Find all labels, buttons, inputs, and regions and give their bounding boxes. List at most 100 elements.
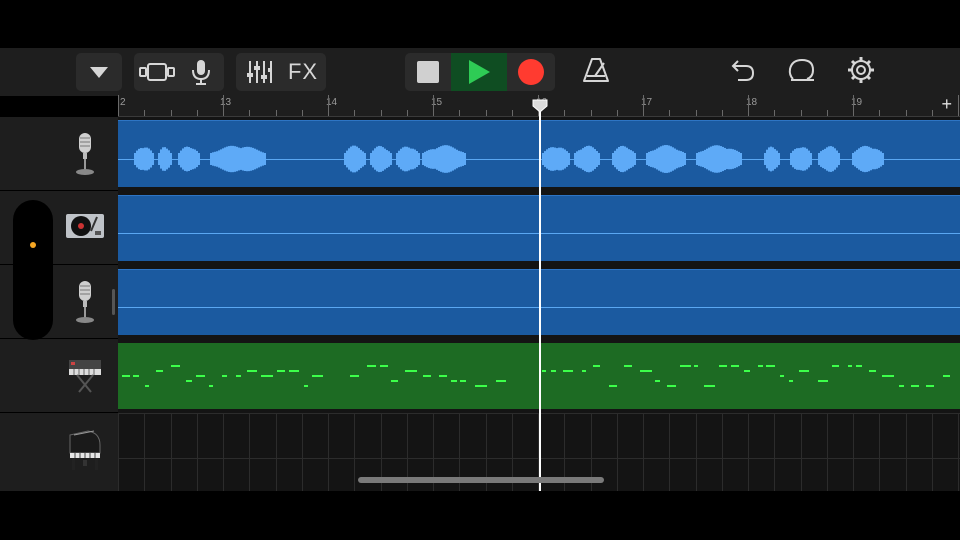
waveform-segment [574, 153, 576, 165]
waveform-segment [832, 146, 834, 172]
track-controls-pill[interactable] [13, 200, 53, 340]
midi-note [899, 385, 904, 387]
waveform-segment [192, 148, 194, 170]
waveform-segment [802, 147, 804, 171]
waveform-segment [138, 148, 140, 170]
track-view-icon[interactable] [136, 61, 180, 83]
midi-note [780, 375, 784, 377]
ruler-tick [748, 95, 749, 116]
midi-note [640, 370, 652, 372]
waveform-segment [808, 150, 810, 168]
playhead[interactable] [532, 99, 548, 491]
add-section-button[interactable]: + [941, 94, 952, 115]
browser-toggle-button[interactable] [76, 53, 122, 91]
waveform-segment [194, 149, 196, 169]
waveform-segment [360, 149, 362, 169]
waveform-segment [702, 150, 704, 168]
waveform-segment [558, 147, 560, 171]
waveform-segment [450, 146, 452, 172]
waveform-segment [218, 150, 220, 168]
waveform-segment [382, 147, 384, 171]
midi-note [439, 375, 447, 377]
track-header-piano[interactable] [0, 413, 118, 491]
ruler-tick [144, 110, 146, 116]
waveform-segment [704, 149, 706, 169]
midi-note [350, 375, 359, 377]
track-headers [0, 117, 118, 491]
waveform-segment [660, 146, 662, 172]
waveform-segment [374, 148, 376, 170]
fx-button[interactable]: FX [281, 59, 325, 85]
ruler-tick [590, 110, 592, 116]
play-button[interactable] [451, 53, 507, 91]
waveform-segment [552, 147, 554, 171]
ruler-tick [511, 110, 513, 116]
waveform-segment [542, 153, 544, 165]
resize-handle[interactable] [112, 289, 115, 315]
horizontal-scrollbar[interactable] [358, 477, 604, 483]
waveform-segment [182, 148, 184, 170]
waveform-segment [170, 153, 172, 165]
microphone-icon[interactable] [180, 59, 222, 85]
waveform-segment [772, 147, 774, 171]
ruler-tick [380, 110, 382, 116]
waveform-segment [852, 153, 854, 165]
stop-button[interactable] [405, 53, 451, 91]
metronome-button[interactable] [578, 53, 614, 91]
waveform-segment [670, 146, 672, 172]
loop-browser-button[interactable] [784, 53, 820, 91]
ruler-tick [196, 110, 198, 116]
waveform-segment [250, 147, 252, 171]
waveform-segment [876, 149, 878, 169]
mixer-icon[interactable] [237, 60, 281, 84]
waveform-segment [586, 145, 588, 173]
grid-line [616, 413, 618, 491]
grid-line [905, 413, 907, 491]
midi-note [423, 375, 431, 377]
midi-note [145, 385, 149, 387]
settings-button[interactable] [844, 53, 878, 91]
waveform-segment [390, 153, 392, 165]
playhead-marker[interactable] [532, 99, 548, 113]
ruler-tick [170, 110, 172, 116]
waveform-segment [612, 153, 614, 165]
record-button[interactable] [507, 53, 555, 91]
waveform-segment [794, 149, 796, 169]
waveform-segment [212, 152, 214, 166]
undo-button[interactable] [726, 53, 760, 91]
waveform-segment [732, 149, 734, 169]
waveform-segment [424, 151, 426, 167]
track-header-audio-1[interactable] [0, 117, 118, 191]
waveform-segment [616, 148, 618, 170]
waveform-segment [818, 153, 820, 165]
ruler-tick [695, 110, 697, 116]
waveform-segment [714, 145, 716, 173]
waveform-segment [562, 148, 564, 170]
midi-note [694, 365, 698, 367]
waveform-segment [792, 150, 794, 168]
track-header-synth[interactable] [0, 339, 118, 413]
waveform-segment [870, 147, 872, 171]
midi-note [304, 385, 308, 387]
waveform-segment [880, 151, 882, 167]
waveform-segment [598, 153, 600, 165]
waveform-segment [344, 153, 346, 165]
waveform-segment [436, 148, 438, 170]
waveform-segment [662, 145, 664, 173]
waveform-segment [648, 151, 650, 167]
waveform-segment [728, 148, 730, 170]
ruler-tick [354, 110, 356, 116]
midi-note [563, 370, 573, 372]
waveform-segment [680, 151, 682, 167]
tracks-area[interactable] [118, 99, 960, 491]
waveform-segment [614, 150, 616, 168]
waveform-segment [186, 146, 188, 172]
waveform-segment [214, 151, 216, 167]
waveform-segment [738, 151, 740, 167]
waveform-segment [806, 148, 808, 170]
waveform-segment [576, 151, 578, 167]
waveform-segment [878, 150, 880, 168]
waveform-segment [564, 149, 566, 169]
stop-icon [417, 61, 439, 83]
midi-note [911, 385, 919, 387]
